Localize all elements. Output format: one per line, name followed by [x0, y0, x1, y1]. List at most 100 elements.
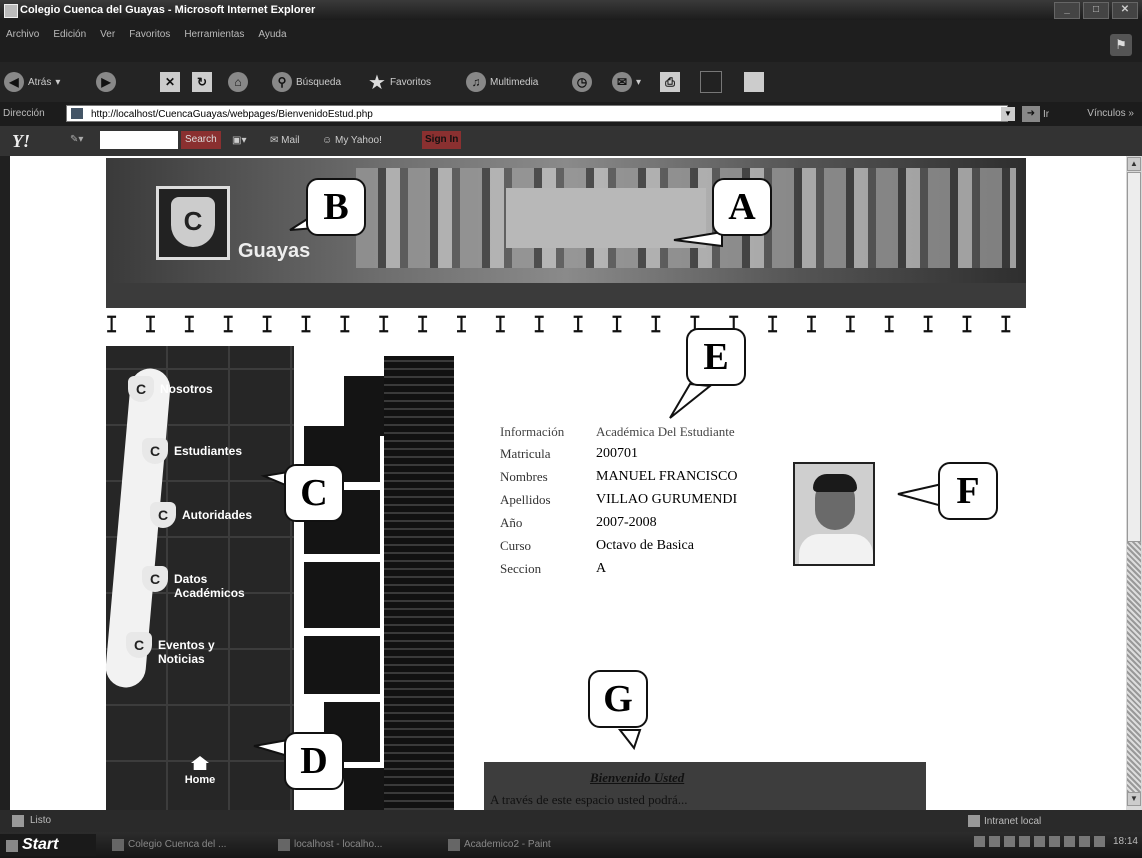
multimedia-toolbar-button[interactable]: ♫ Multimedia — [466, 70, 538, 94]
note-icon — [744, 72, 764, 92]
stop-button[interactable]: ✕ — [160, 70, 180, 94]
sign-in-button[interactable]: Sign In — [422, 131, 462, 149]
callout-b: B — [306, 178, 366, 236]
status-bar: Listo Intranet local — [0, 810, 1142, 832]
mail-icon: ✉ — [612, 72, 632, 92]
bookmarks-icon[interactable]: ▣▾ — [232, 135, 246, 146]
page-viewport: C Guayas ꕯ ꕯ ꕯ ꕯ ꕯ ꕯ ꕯ ꕯ ꕯ ꕯ ꕯ ꕯ ꕯ ꕯ ꕯ ꕯ… — [10, 156, 1126, 810]
search-icon: ⚲ — [272, 72, 292, 92]
yahoo-search-input[interactable] — [100, 131, 178, 149]
window-title: Colegio Cuenca del Guayas - Microsoft In… — [20, 4, 316, 16]
media-icon: ♫ — [466, 72, 486, 92]
menu-favoritos[interactable]: Favoritos — [129, 29, 170, 40]
my-yahoo-link[interactable]: ☺ My Yahoo! — [322, 135, 382, 146]
yahoo-search-button[interactable]: Search — [181, 131, 221, 149]
forward-button[interactable]: ▶ — [96, 70, 116, 94]
tray-icon[interactable] — [1018, 836, 1030, 847]
task-ie-window[interactable]: Colegio Cuenca del ... — [110, 836, 226, 854]
search-label: Búsqueda — [296, 76, 342, 88]
yahoo-logo[interactable]: Y! — [12, 131, 30, 152]
callout-a: A — [712, 178, 772, 236]
pencil-icon[interactable]: ✎▾ — [70, 134, 83, 145]
task-paint[interactable]: Academico2 - Paint — [446, 836, 551, 854]
tray-icon[interactable] — [1003, 836, 1015, 847]
close-button[interactable]: ✕ — [1112, 2, 1138, 19]
yahoo-mail-link[interactable]: ✉ Mail — [270, 135, 300, 146]
menu-archivo[interactable]: Archivo — [6, 29, 39, 40]
window-controls: _ □ ✕ — [1054, 2, 1138, 19]
tray-icon[interactable] — [1093, 836, 1105, 847]
tray-icon[interactable] — [1063, 836, 1075, 847]
page-status-icon — [12, 815, 24, 827]
history-button[interactable]: ◷ — [572, 70, 592, 94]
callout-e: E — [686, 328, 746, 386]
title-bar: Colegio Cuenca del Guayas - Microsoft In… — [0, 0, 1142, 20]
menu-ayuda[interactable]: Ayuda — [258, 29, 286, 40]
address-label: Dirección — [3, 108, 45, 119]
standard-toolbar: ◀ Atrás ▾ ▶ ✕ ↻ ⌂ ⚲ Búsqueda ★ Favoritos… — [0, 62, 1142, 102]
intranet-icon — [968, 815, 980, 827]
back-button[interactable]: ◀ Atrás ▾ — [4, 70, 60, 94]
address-bar: Dirección http://localhost/CuencaGuayas/… — [0, 102, 1142, 126]
callout-c: C — [284, 464, 344, 522]
taskbar: Start Colegio Cuenca del ... localhost -… — [0, 832, 1142, 858]
chevron-down-icon: ▾ — [636, 76, 642, 88]
go-button[interactable]: ➜ Ir — [1022, 106, 1049, 122]
house-icon: ⌂ — [228, 72, 248, 92]
scroll-thumb[interactable] — [1127, 172, 1141, 542]
menu-edicion[interactable]: Edición — [53, 29, 86, 40]
callout-e-tail — [669, 382, 713, 419]
url-input[interactable]: http://localhost/CuencaGuayas/webpages/B… — [66, 105, 1008, 122]
tray-icon[interactable] — [1078, 836, 1090, 847]
refresh-icon: ↻ — [192, 72, 212, 92]
menu-herramientas[interactable]: Herramientas — [184, 29, 244, 40]
edit-button[interactable] — [700, 70, 722, 94]
url-text: http://localhost/CuencaGuayas/webpages/B… — [91, 109, 373, 120]
scroll-down-icon[interactable]: ▼ — [1127, 792, 1141, 806]
status-text: Listo — [30, 815, 52, 826]
page-icon — [71, 108, 83, 119]
vertical-scrollbar[interactable]: ▲ ▼ — [1126, 156, 1142, 810]
callout-f-tail — [897, 482, 943, 508]
mail-button[interactable]: ✉ ▾ — [612, 70, 641, 94]
search-toolbar-button[interactable]: ⚲ Búsqueda — [272, 70, 341, 94]
yahoo-toolbar: Y! ✎▾ Search ▣▾ ✉ Mail ☺ My Yahoo! Sign … — [0, 126, 1142, 156]
go-arrow-icon: ➜ — [1022, 106, 1040, 122]
favorites-label: Favoritos — [389, 76, 432, 88]
print-button[interactable]: ⎙ — [660, 70, 680, 94]
tray-icon[interactable] — [1048, 836, 1060, 847]
minimize-button[interactable]: _ — [1054, 2, 1080, 19]
start-button[interactable]: Start — [0, 834, 96, 856]
history-icon: ◷ — [572, 72, 592, 92]
task-localhost[interactable]: localhost - localho... — [276, 836, 382, 854]
menu-bar: Archivo Edición Ver Favoritos Herramient… — [0, 20, 1142, 62]
chevron-down-icon: ▾ — [55, 76, 61, 88]
messenger-button[interactable] — [744, 70, 764, 94]
maximize-button[interactable]: □ — [1083, 2, 1109, 19]
callout-f: F — [938, 462, 998, 520]
links-button[interactable]: Vínculos » — [1087, 108, 1134, 119]
callout-g: G — [588, 670, 648, 728]
my-yahoo-label: My Yahoo! — [335, 135, 382, 146]
favorites-toolbar-button[interactable]: ★ Favoritos — [368, 70, 431, 94]
refresh-button[interactable]: ↻ — [192, 70, 212, 94]
go-label: Ir — [1043, 108, 1050, 120]
home-toolbar-button[interactable]: ⌂ — [228, 70, 248, 94]
callout-d: D — [284, 732, 344, 790]
address-dropdown-icon[interactable]: ▼ — [1001, 107, 1015, 121]
scroll-up-icon[interactable]: ▲ — [1127, 157, 1141, 171]
multimedia-label: Multimedia — [490, 76, 539, 88]
menu-ver[interactable]: Ver — [100, 29, 115, 40]
ie-window-icon — [4, 4, 18, 18]
tray-icon[interactable] — [1033, 836, 1045, 847]
star-icon: ★ — [368, 71, 386, 94]
callout-a-tail — [673, 230, 723, 248]
scroll-track[interactable] — [1127, 542, 1141, 792]
tray-icon[interactable] — [988, 836, 1000, 847]
tray-icon[interactable] — [973, 836, 985, 847]
back-label: Atrás — [28, 76, 52, 88]
edit-icon — [700, 71, 722, 93]
callout-g-tail — [617, 729, 642, 751]
callout-d-tail — [253, 738, 289, 758]
security-zone: Intranet local — [968, 815, 1041, 827]
